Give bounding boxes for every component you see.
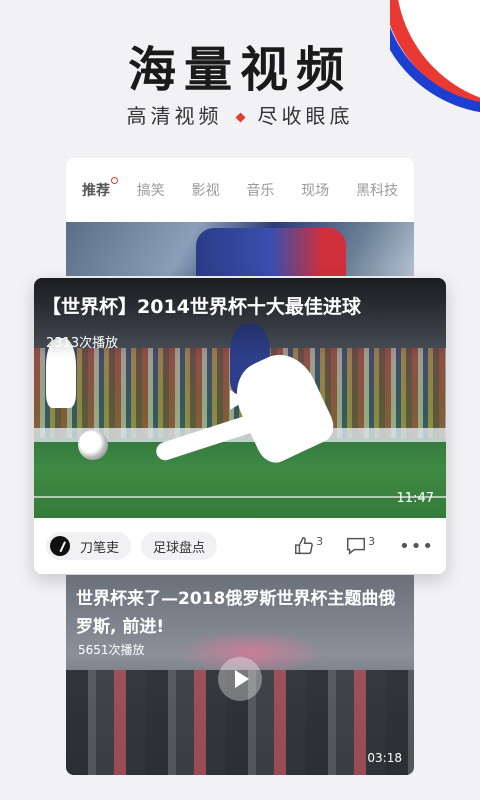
comment-icon [347, 537, 366, 555]
video-card[interactable]: 世界杯来了—2018俄罗斯世界杯主题曲俄罗斯, 前进! 5651次播放 03:1… [66, 575, 414, 775]
tab-tech[interactable]: 黑科技 [356, 180, 398, 200]
promo-headline: 海量视频 [127, 42, 352, 98]
football-image [78, 430, 108, 460]
video-thumbnail[interactable]: 【世界杯】2014世界杯十大最佳进球 2313次播放 11:47 [34, 278, 446, 518]
view-count: 5651次播放 [78, 643, 145, 657]
tab-live[interactable]: 现场 [301, 180, 329, 200]
comment-count: 3 [368, 535, 376, 548]
avatar [50, 536, 70, 556]
video-meta-bar: 刀笔吏 足球盘点 3 3 ••• [34, 518, 446, 574]
like-count: 3 [316, 535, 324, 548]
diamond-icon [235, 112, 245, 123]
tab-music[interactable]: 音乐 [246, 180, 274, 200]
video-title: 世界杯来了—2018俄罗斯世界杯主题曲俄罗斯, 前进! [76, 589, 396, 637]
more-options-icon[interactable]: ••• [399, 536, 434, 557]
subline-left: 高清视频 [126, 104, 223, 128]
tab-recommend[interactable]: 推荐 [82, 177, 118, 200]
video-duration: 03:18 [367, 751, 402, 765]
author-name: 刀笔吏 [80, 540, 120, 556]
notification-dot-icon [111, 177, 118, 184]
video-duration: 11:47 [396, 491, 434, 506]
subline-right: 尽收眼底 [257, 104, 354, 128]
like-button[interactable]: 3 [293, 535, 323, 557]
thumbs-up-icon [295, 537, 313, 555]
promo-subline: 高清视频 尽收眼底 [0, 100, 480, 129]
feed-panel: 推荐 搞笑 影视 音乐 现场 黑科技 [66, 158, 414, 276]
play-icon[interactable] [230, 390, 246, 410]
tab-movies[interactable]: 影视 [192, 180, 220, 200]
play-icon[interactable] [218, 657, 262, 701]
view-count: 2313次播放 [46, 336, 119, 351]
topic-tag[interactable]: 足球盘点 [141, 532, 218, 560]
video-title: 【世界杯】2014世界杯十大最佳进球 [42, 296, 361, 318]
comment-button[interactable]: 3 [345, 535, 375, 557]
previous-video-thumbnail[interactable] [66, 222, 414, 276]
author-chip[interactable]: 刀笔吏 [46, 532, 132, 560]
tab-funny[interactable]: 搞笑 [137, 180, 165, 200]
featured-video-card[interactable]: 【世界杯】2014世界杯十大最佳进球 2313次播放 11:47 刀笔吏 足球盘… [34, 278, 446, 574]
category-tabs: 推荐 搞笑 影视 音乐 现场 黑科技 [66, 158, 414, 222]
